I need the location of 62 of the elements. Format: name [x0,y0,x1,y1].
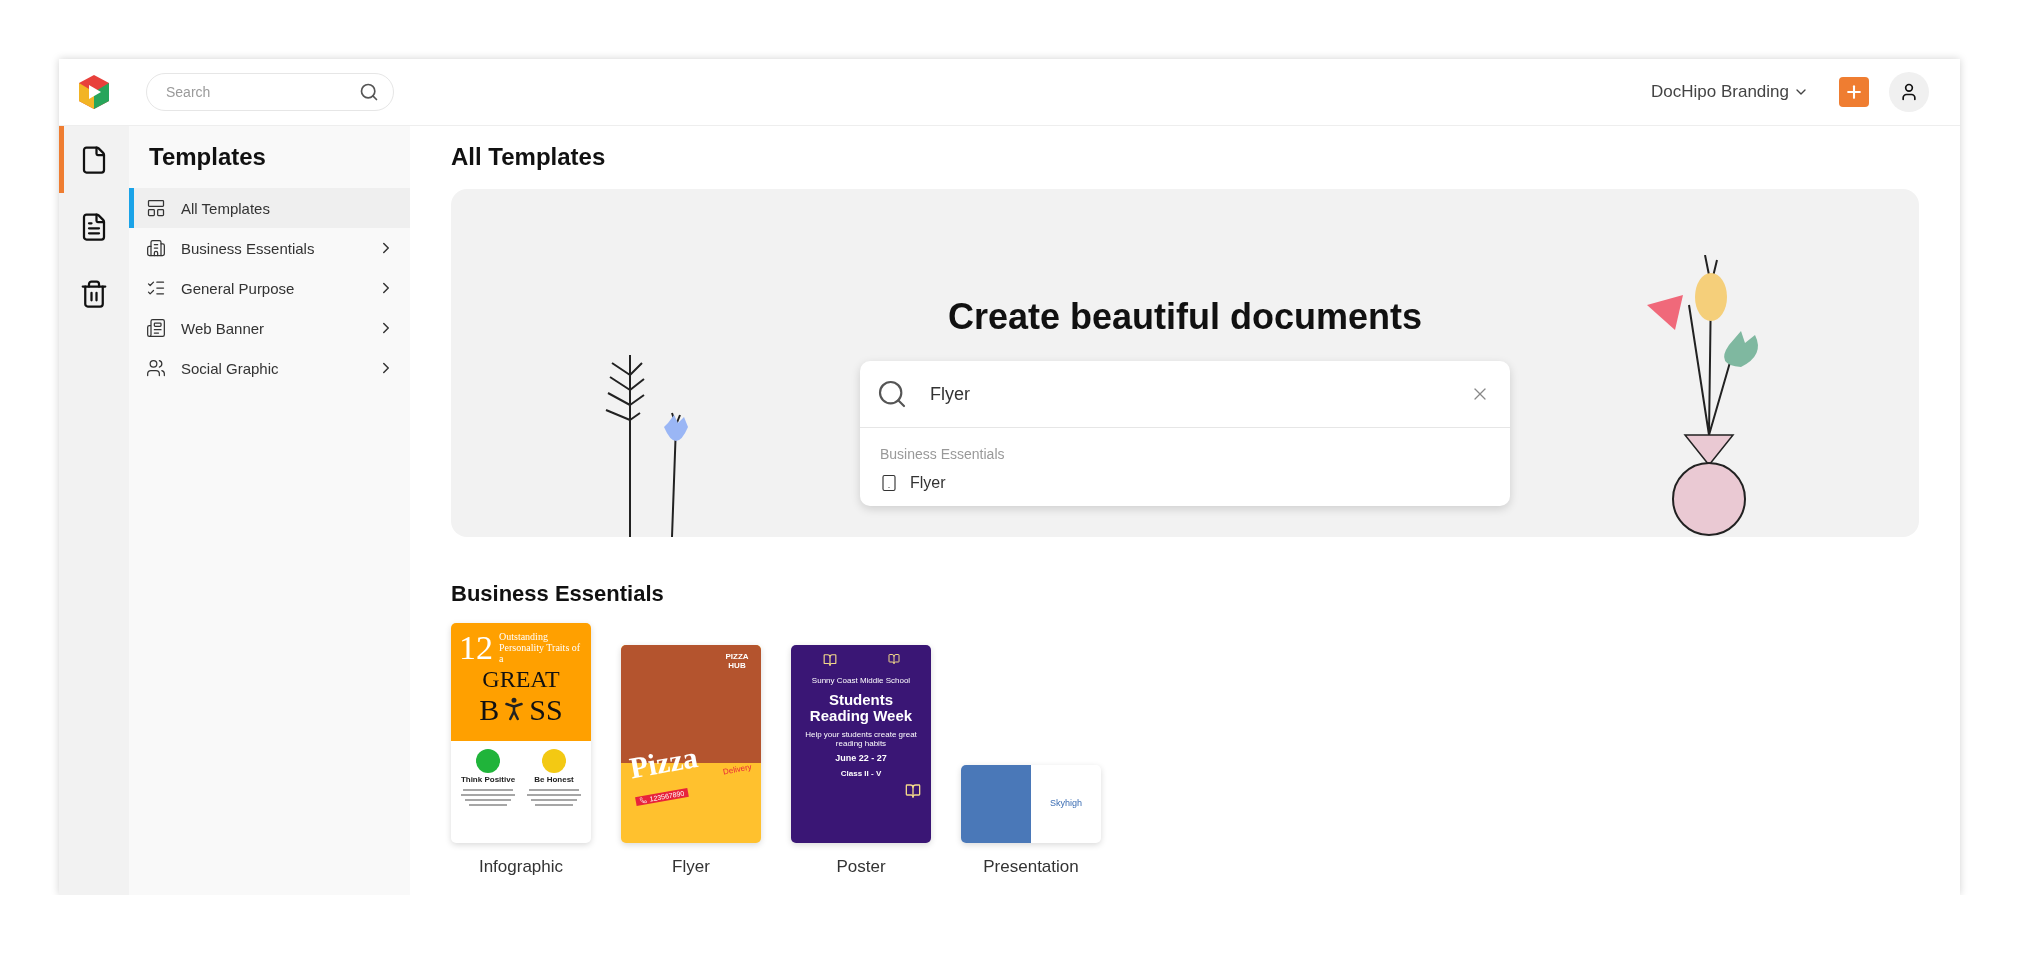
book-icon [905,783,921,800]
badge-icon [476,749,500,773]
user-avatar[interactable] [1889,72,1929,112]
sidebar-item[interactable]: Social Graphic [129,348,410,388]
thumbnail-text: Students Reading Week [808,691,914,725]
thumbnail-text: Be Honest [534,776,574,785]
add-button[interactable] [1839,77,1869,107]
text-lines-drawing [461,787,515,806]
workspace-dropdown[interactable]: DocHipo Branding [1651,82,1809,102]
thumbnail-text: B [479,692,500,726]
badge-icon [542,749,566,773]
people-icon [146,358,166,378]
template-label: Infographic [478,857,564,877]
section-title: Business Essentials [451,580,665,608]
thumbnail-text: Think Positive [460,776,516,785]
thumbnail-text: June 22 - 27 [834,754,888,765]
thumbnail-text: Pizza [627,739,702,785]
book-icon [887,653,900,665]
thumbnail-text: PIZZA HUB [724,653,750,671]
sidebar-item[interactable]: All Templates [129,188,410,228]
sidebar-item-label: Social Graphic [181,359,280,377]
sidebar-item-label: All Templates [181,199,271,217]
logo-icon[interactable] [77,74,111,110]
template-label: Poster [836,857,886,877]
building-icon [146,238,166,258]
template-label: Flyer [672,857,710,877]
newspaper-icon [146,318,166,338]
search-icon [876,378,908,410]
book-icon [822,653,837,667]
suggestion-item[interactable]: Flyer [880,474,1490,492]
thumbnail-text: Sunny Coast Middle School [810,677,912,686]
sidebar-item-label: General Purpose [181,279,296,297]
thumbnail-text: Skyhigh [1050,799,1082,809]
sidebar-item[interactable]: Business Essentials [129,228,410,268]
text-lines-drawing [527,787,581,806]
thumbnail-text: Help your students create great reading habits [804,730,918,749]
suggestion-group-label: Business Essentials [880,446,1006,462]
trash-icon [79,278,109,309]
user-icon [1899,82,1919,102]
template-label: Presentation [983,857,1079,877]
search-input[interactable]: Search [164,83,359,101]
presentation-thumbnail[interactable]: Skyhigh [961,765,1101,843]
tablet-icon [880,474,898,492]
thumbnail-text: GREAT [481,666,561,693]
phone-icon [639,796,648,805]
sidebar-title: Templates [148,142,267,172]
poster-thumbnail[interactable]: Sunny Coast Middle School Students Reading Week Help your students create great reading habits June 22 - 27 Class II - V [791,645,931,843]
thumbnail-text: SS [529,692,563,726]
layout-icon [146,198,166,218]
search-icon[interactable] [359,82,379,102]
template-search-input[interactable]: Flyer [928,382,1450,406]
thumbnail-text: Delivery [721,763,753,779]
thumbnail-text: 12 [459,629,493,667]
thumbnail-text: Class II - V [839,770,883,780]
sidebar-item[interactable]: General Purpose [129,268,410,308]
sidebar-item[interactable]: Web Banner [129,308,410,348]
sidebar-item-label: Web Banner [181,319,266,337]
thumbnail-text: Outstanding Personality Traits of a [499,631,582,665]
page-title: All Templates [451,142,607,172]
plus-icon [1844,82,1864,102]
hero-title: Create beautiful documents [947,295,1423,339]
sidebar-item-label: Business Essentials [181,239,316,257]
